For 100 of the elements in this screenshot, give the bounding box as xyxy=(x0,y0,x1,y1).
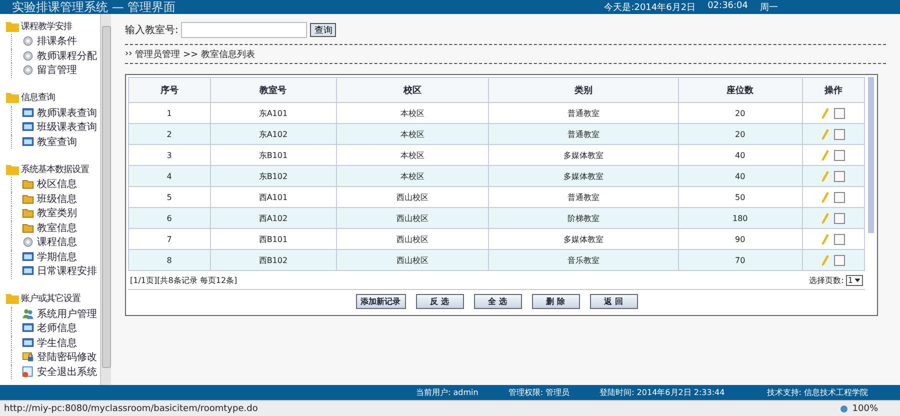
menu-item[interactable]: 教师课程分配 xyxy=(37,48,97,63)
menu-item[interactable]: 教师课表查询 xyxy=(37,106,97,120)
row-checkbox[interactable] xyxy=(834,128,846,140)
weekday-text: 周一 xyxy=(760,2,778,14)
table-cell: 音乐教室 xyxy=(488,250,678,270)
zoom-level[interactable]: 100% xyxy=(852,404,878,414)
page-select[interactable]: 1 xyxy=(846,274,863,286)
table-cell: 20 xyxy=(678,124,802,144)
action-button[interactable]: 添加新记录 xyxy=(356,294,406,309)
menu-item[interactable]: 教室类别 xyxy=(37,206,77,220)
menu-item[interactable]: 班级信息 xyxy=(37,192,77,206)
folder-icon xyxy=(6,92,19,103)
column-header: 座位数 xyxy=(678,78,802,102)
menu-item[interactable]: 留言管理 xyxy=(37,63,77,78)
folder-icon xyxy=(6,20,19,32)
page-select-label: 选择页数: xyxy=(809,274,844,286)
table-cell: 180 xyxy=(678,208,802,228)
row-checkbox[interactable] xyxy=(834,150,846,160)
folder-icon xyxy=(22,192,34,205)
window-icon xyxy=(22,106,34,119)
pagination-summary: [1/1页][共8条记录 每页12条] xyxy=(130,274,238,286)
scrollbar[interactable] xyxy=(100,14,111,385)
table-cell: 8 xyxy=(128,250,210,270)
folder-icon xyxy=(6,164,19,174)
action-button[interactable]: 删 除 xyxy=(532,294,580,309)
time-text: 02:36:04 xyxy=(708,0,748,12)
row-checkbox[interactable] xyxy=(834,192,846,202)
breadcrumb: 管理员管理 >> 教室信息列表 xyxy=(135,48,256,60)
menu-item[interactable]: 校区信息 xyxy=(37,177,77,192)
action-button[interactable]: 反 选 xyxy=(416,294,464,309)
pencil-icon[interactable] xyxy=(821,234,830,244)
row-checkbox[interactable] xyxy=(834,108,846,118)
lock-icon xyxy=(22,351,34,364)
menu-group-title[interactable]: 信息查询 xyxy=(21,91,55,104)
window-icon xyxy=(22,336,34,349)
table-cell: 西山校区 xyxy=(336,208,489,228)
table-cell: 多媒体教室 xyxy=(488,166,678,186)
column-header: 教室号 xyxy=(210,78,336,102)
table-cell: 2 xyxy=(128,124,210,144)
action-button[interactable]: 返 回 xyxy=(590,294,638,309)
window-icon xyxy=(22,322,34,334)
exit-icon xyxy=(22,366,34,378)
table-cell: 普通教室 xyxy=(488,124,678,144)
menu-item[interactable]: 排课条件 xyxy=(37,34,77,48)
menu-item[interactable]: 教室信息 xyxy=(37,220,77,235)
folder-icon xyxy=(22,178,34,190)
app-title: 实验排课管理系统 — 管理界面 xyxy=(12,0,176,16)
column-header: 序号 xyxy=(128,78,210,102)
table-cell: 西B102 xyxy=(210,250,336,270)
pencil-icon[interactable] xyxy=(821,150,830,160)
pencil-icon[interactable] xyxy=(821,108,830,118)
menu-item[interactable]: 学生信息 xyxy=(37,336,77,350)
column-header: 校区 xyxy=(336,78,489,102)
pencil-icon[interactable] xyxy=(821,170,830,182)
date-text: 今天是:2014年6月2日 xyxy=(604,2,696,14)
folder-icon xyxy=(22,222,34,234)
menu-item[interactable]: 教室查询 xyxy=(37,134,77,149)
menu-item[interactable]: 安全退出系统 xyxy=(37,364,97,379)
column-header: 类别 xyxy=(488,78,678,102)
current-user: 当前用户: admin xyxy=(416,387,478,398)
users-icon xyxy=(22,308,34,320)
menu-group-title[interactable]: 账户或其它设置 xyxy=(21,292,80,305)
pencil-icon[interactable] xyxy=(821,128,830,140)
menu-group-title[interactable]: 系统基本数据设置 xyxy=(21,162,89,176)
query-button[interactable]: 查询 xyxy=(310,23,336,37)
breadcrumb-marker: ›› xyxy=(125,49,132,59)
row-checkbox[interactable] xyxy=(834,234,846,244)
pencil-icon[interactable] xyxy=(821,192,830,202)
column-header: 操作 xyxy=(802,78,864,102)
row-checkbox[interactable] xyxy=(834,170,846,182)
pencil-icon[interactable] xyxy=(821,212,830,224)
folder-icon xyxy=(22,207,34,220)
login-time: 登陆时间: 2014年6月2日 2:33:44 xyxy=(600,387,725,398)
table-cell: 西山校区 xyxy=(336,250,489,270)
table-cell: 本校区 xyxy=(336,166,489,186)
menu-item[interactable]: 系统用户管理 xyxy=(37,306,97,321)
table-cell: 东A102 xyxy=(210,124,336,144)
menu-item[interactable]: 老师信息 xyxy=(37,321,77,336)
table-cell: 西A102 xyxy=(210,208,336,228)
menu-item[interactable]: 班级课表查询 xyxy=(37,120,97,134)
table-cell: 4 xyxy=(128,166,210,186)
row-checkbox[interactable] xyxy=(834,212,846,224)
window-icon xyxy=(22,121,34,134)
menu-item[interactable]: 学期信息 xyxy=(37,250,77,264)
user-role: 管理权限: 管理员 xyxy=(508,387,570,398)
status-url: http://miy-pc:8080/myclassroom/basicitem/roomtype.do xyxy=(4,404,258,414)
menu-item[interactable]: 日常课程安排 xyxy=(37,264,97,278)
row-checkbox[interactable] xyxy=(834,254,846,266)
table-cell: 40 xyxy=(678,166,802,186)
table-cell: 阶梯教室 xyxy=(488,208,678,228)
menu-group-title[interactable]: 课程教学安排 xyxy=(21,20,72,32)
menu-item[interactable]: 登陆密码修改 xyxy=(37,350,97,364)
classroom-input[interactable] xyxy=(181,22,308,38)
search-label: 输入教室号: xyxy=(125,24,178,37)
window-icon xyxy=(22,250,34,263)
action-button[interactable]: 全 选 xyxy=(474,294,522,309)
table-cell: 70 xyxy=(678,250,802,270)
menu-item[interactable]: 课程信息 xyxy=(37,235,77,250)
table-cell: 6 xyxy=(128,208,210,228)
pencil-icon[interactable] xyxy=(821,254,830,266)
